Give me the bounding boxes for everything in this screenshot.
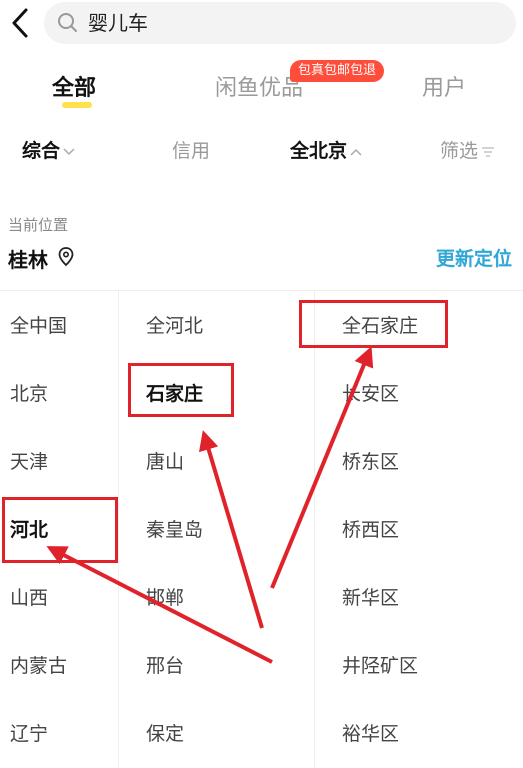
- tab-bar: 全部 闲鱼优品 用户: [0, 60, 523, 118]
- chevron-up-icon: [350, 148, 362, 156]
- current-location-label: 当前位置: [8, 216, 69, 234]
- credit-label: 信用: [172, 140, 211, 162]
- filter-bar: 综合 信用 全北京 筛选: [0, 128, 523, 172]
- city-item[interactable]: 邢台: [146, 653, 184, 679]
- province-item[interactable]: 山西: [10, 585, 48, 611]
- active-tab-indicator: [62, 102, 92, 108]
- annotation-box-province: [2, 497, 118, 563]
- region-dropdown[interactable]: 全北京: [290, 138, 362, 164]
- district-item[interactable]: 长安区: [342, 381, 399, 407]
- chevron-down-icon: [63, 147, 75, 155]
- district-item[interactable]: 井陉矿区: [342, 653, 418, 679]
- province-item[interactable]: 北京: [10, 381, 48, 407]
- district-item[interactable]: 裕华区: [342, 721, 399, 747]
- tab-all[interactable]: 全部: [52, 74, 96, 104]
- search-input[interactable]: 婴儿车: [44, 2, 516, 44]
- current-city: 桂林: [8, 248, 48, 272]
- city-item[interactable]: 邯郸: [146, 585, 184, 611]
- tab-users[interactable]: 用户: [422, 74, 466, 104]
- credit-filter[interactable]: 信用: [172, 138, 210, 164]
- search-query: 婴儿车: [88, 11, 148, 35]
- province-item[interactable]: 辽宁: [10, 721, 48, 747]
- sort-dropdown[interactable]: 综合: [22, 138, 75, 164]
- city-item[interactable]: 秦皇岛: [146, 517, 203, 543]
- province-item[interactable]: 全中国: [10, 313, 67, 339]
- location-pin-icon: [58, 247, 74, 267]
- district-item[interactable]: 桥西区: [342, 517, 399, 543]
- search-icon: [58, 13, 77, 32]
- region-label: 全北京: [290, 140, 348, 162]
- district-item[interactable]: 新华区: [342, 585, 399, 611]
- city-item[interactable]: 全河北: [146, 313, 203, 339]
- top-bar: 婴儿车: [0, 0, 523, 50]
- district-item[interactable]: 桥东区: [342, 449, 399, 475]
- annotation-box-district: [299, 300, 448, 348]
- relocate-button[interactable]: 更新定位: [436, 244, 512, 271]
- sort-label: 综合: [22, 140, 61, 162]
- city-item[interactable]: 保定: [146, 721, 184, 747]
- chevron-left-icon: [12, 8, 28, 38]
- district-list: 全石家庄 长安区 桥东区 桥西区 新华区 井陉矿区 裕华区: [315, 291, 523, 768]
- province-item[interactable]: 天津: [10, 449, 48, 475]
- funnel-icon: [482, 146, 495, 157]
- province-item[interactable]: 内蒙古: [10, 653, 67, 679]
- city-item[interactable]: 唐山: [146, 449, 184, 475]
- back-button[interactable]: [6, 6, 36, 40]
- filter-button[interactable]: 筛选: [440, 138, 495, 164]
- filter-label: 筛选: [440, 140, 479, 162]
- annotation-box-city: [128, 363, 234, 417]
- promo-badge: 包真包邮包退: [290, 60, 385, 82]
